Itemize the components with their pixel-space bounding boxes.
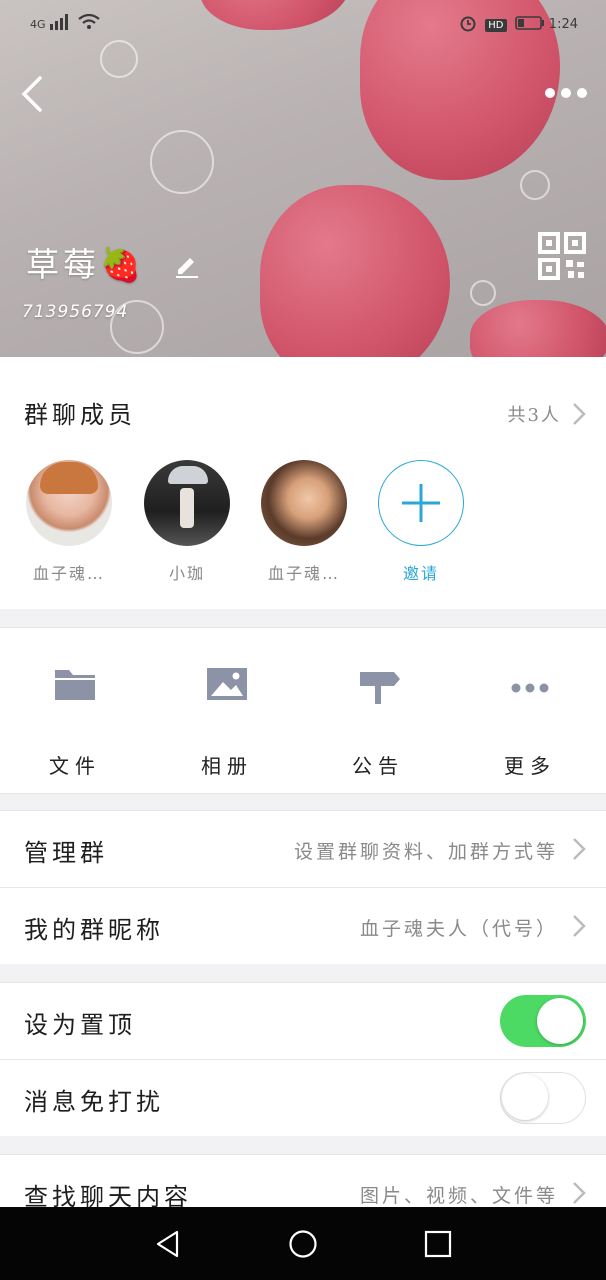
chevron-right-icon (573, 915, 586, 937)
chevron-right-icon (573, 403, 586, 425)
announcement-button[interactable]: 公告 (328, 660, 428, 779)
pin-top-row: 设为置顶 (0, 982, 606, 1059)
nav-recents-icon[interactable] (423, 1229, 453, 1259)
bubble-decoration (100, 40, 138, 78)
alarm-icon (460, 16, 476, 32)
group-name: 草莓🍓 (26, 238, 200, 286)
toggle-knob (502, 1074, 548, 1120)
bubble-decoration (520, 170, 550, 200)
strawberry-decoration (260, 185, 450, 357)
toggle-knob (537, 998, 583, 1044)
chevron-right-icon (573, 838, 586, 860)
invite-button[interactable] (378, 460, 464, 546)
avatar[interactable] (261, 460, 347, 546)
folder-icon (55, 670, 95, 700)
clock-text: 1:24 (548, 17, 578, 32)
group-id: 713956794 (22, 302, 129, 322)
manage-group-row[interactable]: 管理群 设置群聊资料、加群方式等 (0, 810, 606, 887)
pin-top-toggle[interactable] (500, 995, 586, 1047)
status-bar: 4G HD 1:24 (0, 10, 606, 40)
edit-pencil-icon[interactable] (174, 252, 200, 278)
bubble-decoration (470, 280, 496, 306)
plus-icon (401, 483, 440, 522)
album-button[interactable]: 相册 (177, 660, 277, 779)
do-not-disturb-row: 消息免打扰 (0, 1059, 606, 1136)
members-title: 群聊成员 (24, 401, 136, 429)
nav-home-icon[interactable] (288, 1229, 318, 1259)
nav-back-icon[interactable] (153, 1229, 183, 1259)
member-name: 血子魂… (32, 564, 105, 583)
do-not-disturb-toggle[interactable] (500, 1072, 586, 1124)
avatar[interactable] (26, 460, 112, 546)
more-options-icon[interactable] (544, 82, 588, 104)
group-name-text: 草莓🍓 (26, 245, 146, 284)
image-icon (207, 668, 247, 700)
more-icon (511, 683, 549, 693)
bubble-decoration (150, 130, 214, 194)
files-label: 文件 (49, 754, 101, 778)
signpost-icon (360, 672, 400, 704)
more-button[interactable]: 更多 (480, 660, 580, 779)
my-nickname-row[interactable]: 我的群昵称 血子魂夫人（代号） (0, 887, 606, 964)
group-header: 4G HD 1:24 草莓🍓 713956794 (0, 0, 606, 357)
members-count-text: 共3人 (507, 405, 561, 426)
signal-icon: 4G (30, 13, 100, 32)
files-button[interactable]: 文件 (25, 660, 125, 779)
wifi-icon (78, 13, 100, 29)
manage-group-value: 设置群聊资料、加群方式等 (293, 841, 558, 863)
manage-group-label: 管理群 (24, 839, 108, 867)
qr-code-icon[interactable] (538, 232, 586, 280)
member-name: 小珈 (168, 564, 205, 583)
back-arrow-icon[interactable] (14, 74, 54, 114)
more-label: 更多 (504, 754, 556, 778)
system-nav-bar (0, 1207, 606, 1280)
strawberry-decoration (470, 300, 606, 357)
album-label: 相册 (201, 754, 253, 778)
chevron-right-icon (573, 1182, 586, 1204)
members-count[interactable]: 共3人 (507, 401, 586, 427)
pin-top-label: 设为置顶 (24, 1011, 136, 1039)
hd-badge: HD (485, 19, 507, 32)
member-name: 血子魂… (267, 564, 340, 583)
my-nickname-value: 血子魂夫人（代号） (359, 918, 558, 940)
my-nickname-label: 我的群昵称 (24, 916, 164, 944)
invite-label: 邀请 (402, 564, 439, 583)
battery-icon (514, 16, 544, 30)
announcement-label: 公告 (352, 754, 404, 778)
avatar[interactable] (144, 460, 230, 546)
search-chat-value: 图片、视频、文件等 (359, 1185, 558, 1207)
do-not-disturb-label: 消息免打扰 (24, 1088, 164, 1116)
